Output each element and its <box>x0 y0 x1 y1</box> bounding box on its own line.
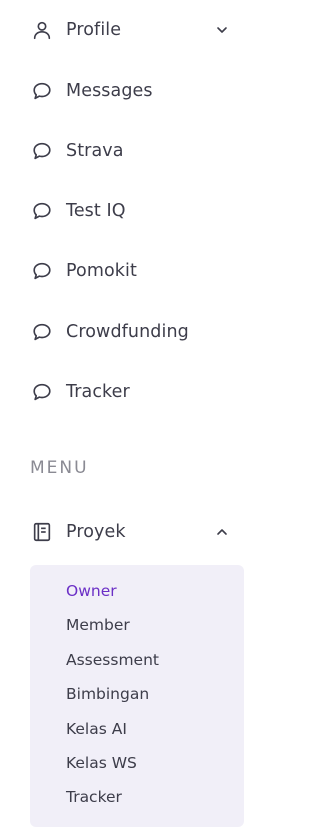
submenu-item-member[interactable]: Member <box>66 616 130 634</box>
sidebar-item-label: Tracker <box>66 382 130 402</box>
sidebar-item-proyek[interactable]: Proyek <box>30 515 244 549</box>
submenu-item-assessment[interactable]: Assessment <box>66 651 159 669</box>
submenu-item-tracker[interactable]: Tracker <box>66 788 122 806</box>
chat-icon <box>30 139 54 163</box>
sidebar-item-label: Profile <box>66 20 122 40</box>
sidebar-item-label: Proyek <box>66 522 126 542</box>
chevron-down-icon[interactable] <box>214 22 230 38</box>
sidebar-item-test-iq[interactable]: Test IQ <box>30 194 244 228</box>
chat-icon <box>30 380 54 404</box>
section-title: MENU <box>30 458 89 478</box>
sidebar-item-label: Crowdfunding <box>66 322 189 342</box>
chat-icon <box>30 320 54 344</box>
sidebar-item-label: Pomokit <box>66 261 137 281</box>
sidebar-item-tracker[interactable]: Tracker <box>30 375 244 409</box>
chevron-up-icon[interactable] <box>214 524 230 540</box>
chat-icon <box>30 259 54 283</box>
proyek-submenu: Owner Member Assessment Bimbingan Kelas … <box>30 565 244 827</box>
sidebar-item-label: Test IQ <box>66 201 126 221</box>
sidebar-item-strava[interactable]: Strava <box>30 134 244 168</box>
sidebar-item-profile[interactable]: Profile <box>30 13 244 47</box>
submenu-item-kelas-ws[interactable]: Kelas WS <box>66 754 137 772</box>
submenu-item-bimbingan[interactable]: Bimbingan <box>66 685 149 703</box>
chat-icon <box>30 199 54 223</box>
document-icon <box>30 520 54 544</box>
sidebar-item-label: Messages <box>66 81 153 101</box>
sidebar-item-label: Strava <box>66 141 124 161</box>
sidebar-item-crowdfunding[interactable]: Crowdfunding <box>30 315 244 349</box>
chat-icon <box>30 79 54 103</box>
submenu-item-kelas-ai[interactable]: Kelas AI <box>66 720 127 738</box>
user-icon <box>30 18 54 42</box>
submenu-item-owner[interactable]: Owner <box>66 582 117 600</box>
sidebar-item-messages[interactable]: Messages <box>30 74 244 108</box>
sidebar-item-pomokit[interactable]: Pomokit <box>30 254 244 288</box>
